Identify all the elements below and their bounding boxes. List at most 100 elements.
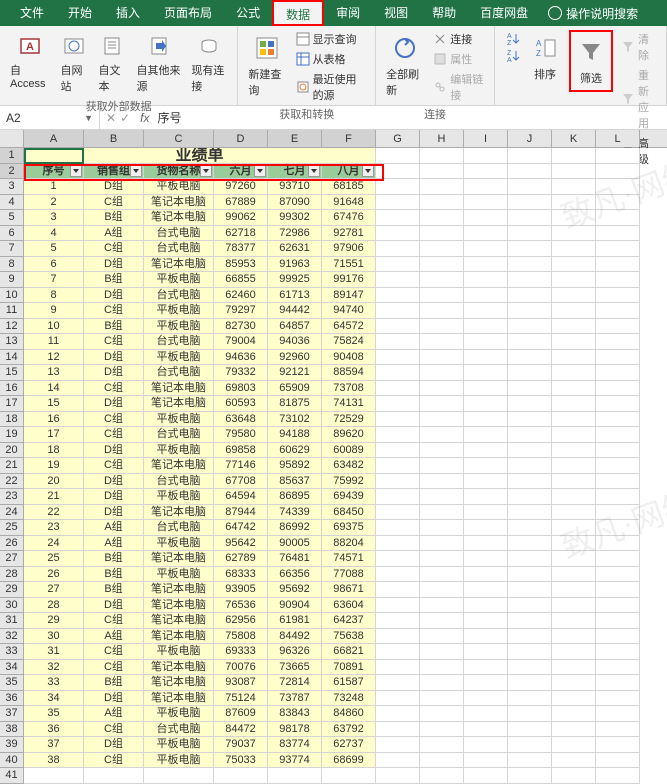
row-head[interactable]: 39 bbox=[0, 737, 24, 753]
empty-cell[interactable] bbox=[420, 148, 464, 164]
menu-百度网盘[interactable]: 百度网盘 bbox=[468, 0, 540, 26]
data-cell[interactable]: 笔记本电脑 bbox=[144, 613, 214, 629]
empty-cell[interactable] bbox=[464, 675, 508, 691]
empty-cell[interactable] bbox=[552, 644, 596, 660]
empty-cell[interactable] bbox=[464, 613, 508, 629]
empty-cell[interactable] bbox=[376, 505, 420, 521]
empty-cell[interactable] bbox=[376, 319, 420, 335]
data-cell[interactable]: 67708 bbox=[214, 474, 268, 490]
data-cell[interactable]: 60089 bbox=[322, 443, 376, 459]
fx-icon[interactable]: fx bbox=[136, 111, 153, 125]
sort-asc-button[interactable]: AZ bbox=[503, 30, 521, 46]
empty-cell[interactable] bbox=[214, 768, 268, 784]
row-head[interactable]: 6 bbox=[0, 226, 24, 242]
row-head[interactable]: 36 bbox=[0, 691, 24, 707]
data-cell[interactable]: 90408 bbox=[322, 350, 376, 366]
empty-cell[interactable] bbox=[596, 458, 640, 474]
empty-cell[interactable] bbox=[552, 567, 596, 583]
data-cell[interactable]: B组 bbox=[84, 551, 144, 567]
data-cell[interactable]: 92121 bbox=[268, 365, 322, 381]
data-cell[interactable]: D组 bbox=[84, 505, 144, 521]
empty-cell[interactable] bbox=[464, 660, 508, 676]
empty-cell[interactable] bbox=[420, 164, 464, 180]
empty-cell[interactable] bbox=[420, 660, 464, 676]
data-cell[interactable]: 79332 bbox=[214, 365, 268, 381]
empty-cell[interactable] bbox=[596, 737, 640, 753]
empty-cell[interactable] bbox=[508, 443, 552, 459]
empty-cell[interactable] bbox=[376, 598, 420, 614]
data-cell[interactable]: 63482 bbox=[322, 458, 376, 474]
col-head-C[interactable]: C bbox=[144, 130, 214, 147]
accept-icon[interactable]: ✓ bbox=[120, 111, 130, 125]
data-cell[interactable]: 71551 bbox=[322, 257, 376, 273]
row-head[interactable]: 15 bbox=[0, 365, 24, 381]
data-cell[interactable]: 73787 bbox=[268, 691, 322, 707]
data-cell[interactable]: 平板电脑 bbox=[144, 644, 214, 660]
properties-button[interactable]: 属性 bbox=[431, 50, 486, 68]
empty-cell[interactable] bbox=[596, 768, 640, 784]
row-head[interactable]: 35 bbox=[0, 675, 24, 691]
row-head[interactable]: 41 bbox=[0, 768, 24, 784]
empty-cell[interactable] bbox=[464, 474, 508, 490]
empty-cell[interactable] bbox=[376, 629, 420, 645]
empty-cell[interactable] bbox=[420, 427, 464, 443]
data-cell[interactable]: 4 bbox=[24, 226, 84, 242]
empty-cell[interactable] bbox=[144, 768, 214, 784]
data-cell[interactable]: 72529 bbox=[322, 412, 376, 428]
empty-cell[interactable] bbox=[376, 226, 420, 242]
data-cell[interactable]: C组 bbox=[84, 753, 144, 769]
data-cell[interactable]: 69858 bbox=[214, 443, 268, 459]
data-cell[interactable]: 65909 bbox=[268, 381, 322, 397]
empty-cell[interactable] bbox=[376, 381, 420, 397]
data-cell[interactable]: 77146 bbox=[214, 458, 268, 474]
data-cell[interactable]: 94442 bbox=[268, 303, 322, 319]
data-cell[interactable]: 62718 bbox=[214, 226, 268, 242]
data-cell[interactable]: 62631 bbox=[268, 241, 322, 257]
data-cell[interactable]: B组 bbox=[84, 210, 144, 226]
empty-cell[interactable] bbox=[464, 489, 508, 505]
empty-cell[interactable] bbox=[464, 536, 508, 552]
empty-cell[interactable] bbox=[596, 629, 640, 645]
menu-开始[interactable]: 开始 bbox=[56, 0, 104, 26]
empty-cell[interactable] bbox=[596, 241, 640, 257]
empty-cell[interactable] bbox=[420, 722, 464, 738]
data-cell[interactable]: A组 bbox=[84, 706, 144, 722]
data-cell[interactable]: 10 bbox=[24, 319, 84, 335]
data-cell[interactable]: 2 bbox=[24, 195, 84, 211]
refresh-all-button[interactable]: 全部刷新 bbox=[384, 30, 425, 100]
data-cell[interactable]: 87609 bbox=[214, 706, 268, 722]
data-cell[interactable]: 60593 bbox=[214, 396, 268, 412]
empty-cell[interactable] bbox=[596, 567, 640, 583]
data-cell[interactable]: D组 bbox=[84, 257, 144, 273]
data-cell[interactable]: 93710 bbox=[268, 179, 322, 195]
data-cell[interactable]: 台式电脑 bbox=[144, 722, 214, 738]
filter-button[interactable]: 筛选 bbox=[573, 34, 609, 88]
empty-cell[interactable] bbox=[376, 691, 420, 707]
empty-cell[interactable] bbox=[596, 272, 640, 288]
data-cell[interactable]: 76536 bbox=[214, 598, 268, 614]
empty-cell[interactable] bbox=[552, 164, 596, 180]
data-cell[interactable]: 68333 bbox=[214, 567, 268, 583]
empty-cell[interactable] bbox=[596, 691, 640, 707]
menu-页面布局[interactable]: 页面布局 bbox=[152, 0, 224, 26]
data-cell[interactable]: 88204 bbox=[322, 536, 376, 552]
empty-cell[interactable] bbox=[420, 582, 464, 598]
table-header[interactable]: 销售组 bbox=[84, 164, 144, 180]
empty-cell[interactable] bbox=[508, 474, 552, 490]
data-cell[interactable]: 台式电脑 bbox=[144, 520, 214, 536]
filter-dropdown-icon[interactable] bbox=[70, 165, 82, 177]
data-cell[interactable]: 99176 bbox=[322, 272, 376, 288]
data-cell[interactable]: 79037 bbox=[214, 737, 268, 753]
empty-cell[interactable] bbox=[552, 427, 596, 443]
data-cell[interactable]: 平板电脑 bbox=[144, 737, 214, 753]
empty-cell[interactable] bbox=[508, 536, 552, 552]
empty-cell[interactable] bbox=[376, 303, 420, 319]
data-cell[interactable]: 平板电脑 bbox=[144, 350, 214, 366]
empty-cell[interactable] bbox=[376, 660, 420, 676]
data-cell[interactable]: 86992 bbox=[268, 520, 322, 536]
data-cell[interactable]: 66855 bbox=[214, 272, 268, 288]
data-cell[interactable]: 82730 bbox=[214, 319, 268, 335]
data-cell[interactable]: 90904 bbox=[268, 598, 322, 614]
empty-cell[interactable] bbox=[596, 257, 640, 273]
empty-cell[interactable] bbox=[508, 303, 552, 319]
